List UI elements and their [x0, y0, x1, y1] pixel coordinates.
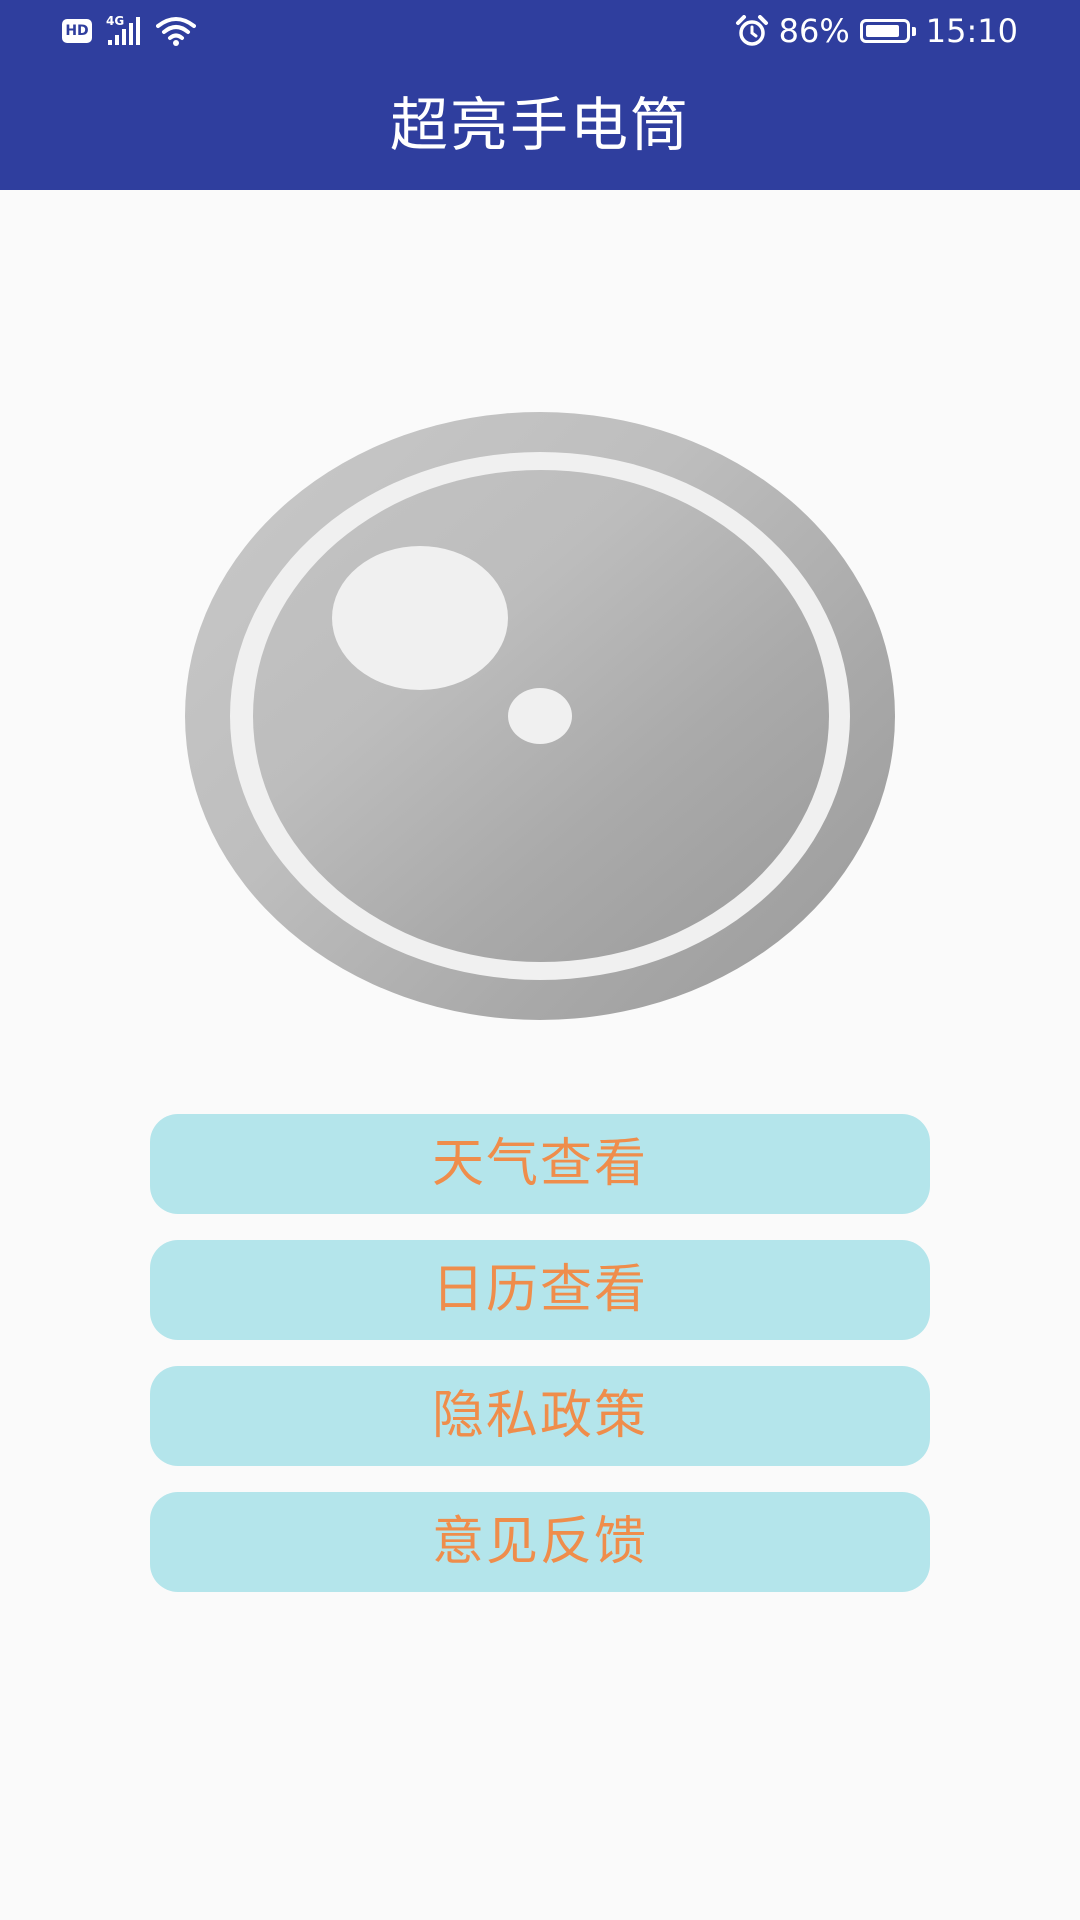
wifi-icon: [156, 17, 196, 46]
app-title: 超亮手电筒: [389, 91, 690, 159]
menu-list: 天气查看 日历查看 隐私政策 意见反馈: [150, 1114, 930, 1618]
battery-icon: [859, 19, 916, 43]
battery-level-fill: [865, 25, 899, 37]
battery-percent: 86%: [778, 12, 850, 50]
privacy-policy-button[interactable]: 隐私政策: [150, 1366, 930, 1466]
feedback-button[interactable]: 意见反馈: [150, 1492, 930, 1592]
calendar-button[interactable]: 日历查看: [150, 1240, 930, 1340]
status-bar-left: HD 4G: [62, 14, 196, 48]
weather-button[interactable]: 天气查看: [150, 1114, 930, 1214]
app-screen: HD 4G 86% 15:10 超亮手电筒 天气查看 日历查看 隐私政策 意见反…: [0, 0, 1080, 1920]
status-bar: HD 4G 86% 15:10: [0, 0, 1080, 62]
status-time: 15:10: [925, 12, 1018, 50]
alarm-clock-icon: [735, 15, 768, 46]
hd-badge: HD: [62, 19, 92, 43]
lens-glare-small: [508, 688, 572, 744]
cellular-signal: 4G: [106, 14, 142, 46]
top-bar: HD 4G 86% 15:10 超亮手电筒: [0, 0, 1080, 190]
lens-glare-large: [332, 546, 508, 690]
cellular-signal-icon: [108, 17, 140, 45]
status-bar-right: 86% 15:10: [735, 12, 1018, 50]
